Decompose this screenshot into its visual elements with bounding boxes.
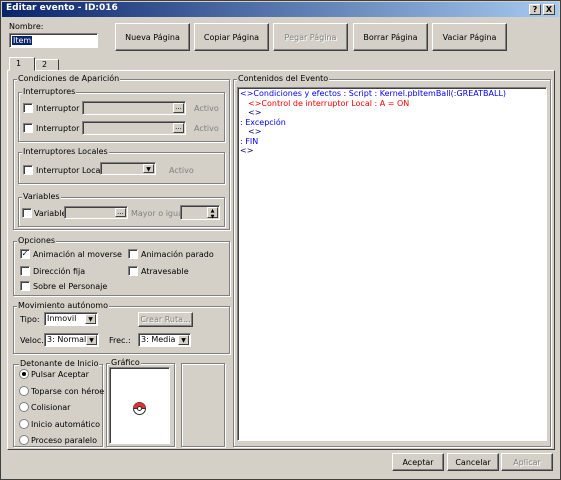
movement-title: Movimiento autónomo [17,301,109,310]
new-page-button[interactable]: Nueva Página [115,23,190,51]
variable-select[interactable]: ... [64,206,128,219]
pokeball-icon [133,402,146,415]
switch1-select[interactable]: ... [82,101,186,115]
walk-anim-label: Animación al moverse [33,250,122,259]
create-route-button[interactable]: Crear Ruta... [138,312,193,327]
switch2-checkbox[interactable] [23,123,33,133]
event-contents-title: Contenidos del Evento [237,74,330,83]
local-switch-label: Interruptor Local [36,166,103,175]
event-command-line[interactable]: : FIN [240,137,258,146]
trigger-radio[interactable] [19,369,29,379]
type-label: Tipo: [20,315,40,324]
variable-value-spinner[interactable]: ▲ ▼ [180,205,220,220]
local-switch-checkbox[interactable] [23,165,33,175]
through-label: Atravesable [141,267,189,276]
local-switch-select[interactable]: ▼ [100,162,156,175]
switch2-label: Interruptor 2 [36,124,88,133]
paste-page-button[interactable]: Pegar Página [273,23,348,51]
trigger-title: Detonante de Inicio [19,359,100,368]
variable-checkbox[interactable] [22,208,32,218]
step-anim-label: Animación parado [141,250,214,259]
local-switches-title: Interruptores Locales [22,147,109,156]
trigger-radio[interactable] [19,402,29,412]
event-command-list[interactable]: <>Condiciones y efectos : Script : Kerne… [237,87,547,441]
local-switch-active: Activo [169,166,194,175]
name-value: Item [12,36,33,45]
close-button[interactable]: X [543,4,555,15]
title-bar[interactable]: Editar evento - ID:016 ? X [2,2,559,17]
freq-label: Frec.: [109,336,131,345]
window-title: Editar evento - ID:016 [6,3,118,13]
switch1-label: Interruptor 1 [36,104,88,113]
conditions-title: Condiciones de Aparición [17,74,121,83]
accept-button[interactable]: Aceptar [392,453,444,471]
trigger-radio[interactable] [19,386,29,396]
graphic-title: Gráfico [110,358,141,367]
speed-select[interactable]: 3: Normal ▼ [44,333,99,347]
clear-page-button[interactable]: Vaciar Página [432,23,507,51]
trigger-radio-label: Proceso paralelo [31,436,98,445]
event-command-line[interactable]: <>Control de interruptor Local : A = ON [248,99,409,108]
trigger-radio[interactable] [19,419,29,429]
switch1-active: Activo [194,104,219,113]
event-command-line[interactable]: : Excepción [240,118,286,127]
help-button[interactable]: ? [529,4,541,15]
event-command-line[interactable]: <> [248,108,261,117]
tab-1[interactable]: 1 [9,57,35,71]
apply-button[interactable]: Aplicar [501,453,553,471]
type-select[interactable]: Inmovil ▼ [44,312,98,326]
speed-label: Veloc.: [20,336,47,345]
switches-title: Interruptores [22,87,77,96]
through-checkbox[interactable] [128,266,138,276]
trigger-radio-label: Inicio automático [31,420,101,429]
cancel-button[interactable]: Cancelar [447,453,499,471]
switch1-checkbox[interactable] [23,103,33,113]
walk-anim-checkbox[interactable]: ✓ [20,249,30,259]
direction-fix-checkbox[interactable] [20,266,30,276]
event-editor-window: Editar evento - ID:016 ? X Nombre: Item … [0,0,561,480]
step-anim-checkbox[interactable] [128,249,138,259]
name-field[interactable]: Item [9,33,98,48]
variables-title: Variables [22,192,61,201]
freq-select[interactable]: 3: Media ▼ [138,333,191,347]
always-top-label: Sobre el Personaje [33,282,108,291]
delete-page-button[interactable]: Borrar Página [353,23,428,51]
trigger-radio-label: Pulsar Aceptar [31,370,89,379]
trigger-radio-label: Toparse con héroe [31,387,105,396]
trigger-radio-label: Colisionar [31,403,71,412]
switch2-select[interactable]: ... [82,121,186,135]
copy-page-button[interactable]: Copiar Página [194,23,269,51]
event-command-line[interactable]: <> [248,127,261,136]
trigger-radio[interactable] [19,435,29,445]
event-command-line[interactable]: <>Condiciones y efectos : Script : Kerne… [240,89,506,98]
graphic-preview[interactable] [109,367,170,444]
direction-fix-label: Dirección fija [33,267,86,276]
switch2-active: Activo [194,124,219,133]
event-command-line[interactable]: <> [240,146,253,155]
name-label: Nombre: [9,22,44,31]
options-title: Opciones [17,236,57,245]
greater-equal-label: Mayor o igual [131,209,186,218]
always-top-checkbox[interactable] [20,281,30,291]
graphic-extra-panel [181,363,225,447]
